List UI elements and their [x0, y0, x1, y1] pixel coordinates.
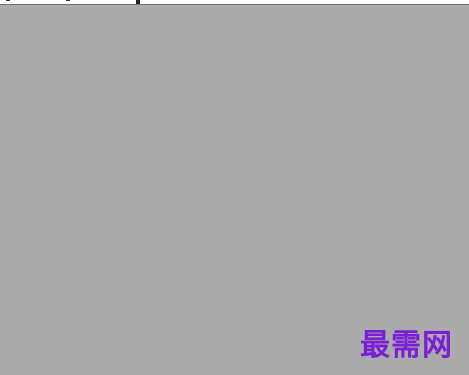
app-window: 最需网 [0, 0, 469, 375]
canvas-workspace[interactable]: 最需网 [0, 5, 469, 375]
watermark-logo: 最需网 [360, 328, 453, 363]
toolbar-remnant-glyphs [6, 0, 140, 4]
